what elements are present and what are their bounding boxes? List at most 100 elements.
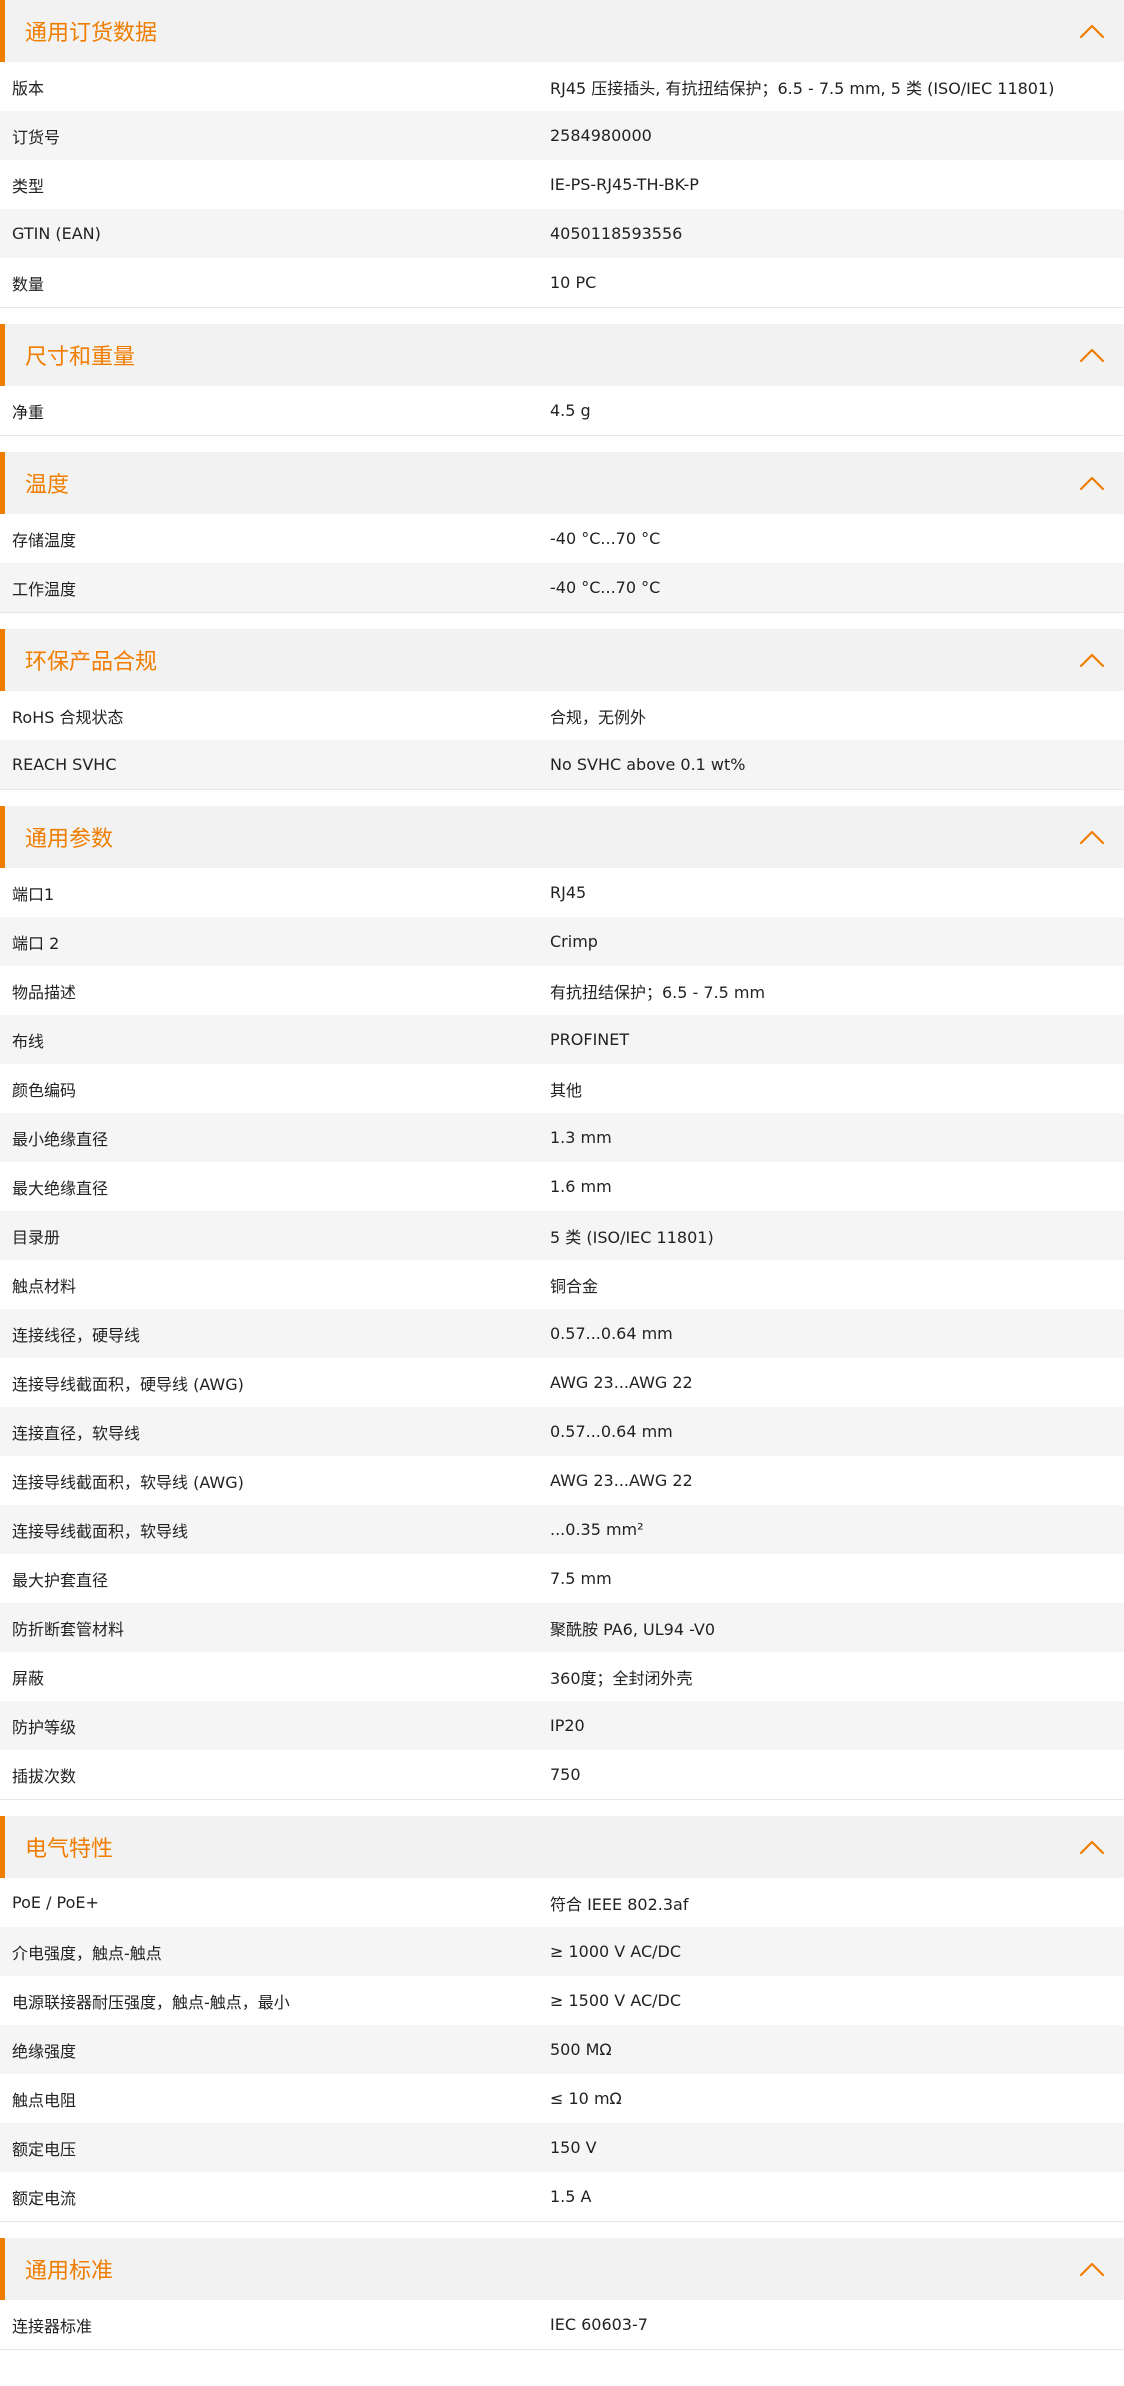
table-row: 数量 10 PC — [0, 258, 1124, 307]
row-label: 额定电压 — [12, 2139, 77, 2159]
section-header[interactable]: 通用标准 — [0, 2238, 1124, 2300]
row-label: RoHS 合规状态 — [12, 707, 124, 727]
spec-table: PoE / PoE+ 符合 IEEE 802.3af 介电强度，触点-触点 ≥ 100… — [0, 1878, 1124, 2221]
row-label: 版本 — [12, 78, 45, 98]
table-row: 插拔次数 750 — [0, 1750, 1124, 1799]
table-row: 连接导线截面积，软导线 (AWG) AWG 23...AWG 22 — [0, 1456, 1124, 1505]
row-label: 连接直径，软导线 — [12, 1423, 141, 1443]
chevron-up-icon[interactable] — [1076, 15, 1108, 47]
row-value: 4.5 g — [550, 401, 591, 420]
spec-section: 电气特性 PoE / PoE+ 符合 IEEE 802.3af 介电强度，触点-触点 ≥… — [0, 1816, 1124, 2222]
table-row: 订货号 2584980000 — [0, 111, 1124, 160]
table-row: 类型 IE-PS-RJ45-TH-BK-P — [0, 160, 1124, 209]
chevron-up-icon[interactable] — [1076, 821, 1108, 853]
section-header[interactable]: 通用订货数据 — [0, 0, 1124, 62]
row-label: 数量 — [12, 274, 45, 294]
spec-table: RoHS 合规状态 合规，无例外 REACH SVHC No SVHC above 0… — [0, 691, 1124, 789]
row-value: 500 MΩ — [550, 2040, 612, 2059]
row-label: 净重 — [12, 402, 45, 422]
section-header[interactable]: 温度 — [0, 452, 1124, 514]
section-header[interactable]: 通用参数 — [0, 806, 1124, 868]
section-header[interactable]: 尺寸和重量 — [0, 324, 1124, 386]
row-label: 连接导线截面积，软导线 — [12, 1521, 189, 1541]
row-label: 插拔次数 — [12, 1766, 77, 1786]
row-label: 触点材料 — [12, 1276, 77, 1296]
section-title: 通用标准 — [25, 2259, 114, 2284]
table-row: 连接直径，软导线 0.57...0.64 mm — [0, 1407, 1124, 1456]
row-value: 1.5 A — [550, 2187, 592, 2206]
table-row: 触点电阻 ≤ 10 mΩ — [0, 2074, 1124, 2123]
row-label: PoE / PoE+ — [12, 1893, 99, 1912]
row-value: 有抗扭结保护；6.5 - 7.5 mm — [550, 982, 766, 1002]
spec-table: 端口1 RJ45 端口 2 Crimp 物品描述 有抗扭结保护；6.5 - 7.5 mm 布… — [0, 868, 1124, 1799]
row-value: ≤ 10 mΩ — [550, 2089, 622, 2108]
row-value: No SVHC above 0.1 wt% — [550, 755, 746, 774]
row-label: 存储温度 — [12, 530, 77, 550]
row-label: 订货号 — [12, 127, 61, 147]
table-row: 最大护套直径 7.5 mm — [0, 1554, 1124, 1603]
row-label: 连接导线截面积，硬导线 (AWG) — [12, 1374, 244, 1394]
row-label: 目录册 — [12, 1227, 61, 1247]
row-value: 符合 IEEE 802.3af — [550, 1894, 689, 1914]
row-label: 物品描述 — [12, 982, 77, 1002]
row-value: ...0.35 mm² — [550, 1520, 644, 1539]
row-value: Crimp — [550, 932, 598, 951]
row-value: AWG 23...AWG 22 — [550, 1373, 693, 1392]
section-spacer — [0, 613, 1124, 629]
chevron-up-icon[interactable] — [1076, 467, 1108, 499]
section-spacer — [0, 790, 1124, 806]
row-value: IE-PS-RJ45-TH-BK-P — [550, 175, 699, 194]
spec-table: 版本 RJ45 压接插头, 有抗扭结保护；6.5 - 7.5 mm, 5 类 (I… — [0, 62, 1124, 307]
row-label: 触点电阻 — [12, 2090, 77, 2110]
section-title: 通用订货数据 — [25, 21, 158, 46]
table-row: 防护等级 IP20 — [0, 1701, 1124, 1750]
row-label: 端口1 — [12, 884, 55, 904]
section-title: 温度 — [25, 473, 70, 498]
row-value: 360度；全封闭外壳 — [550, 1668, 693, 1688]
row-label: 防护等级 — [12, 1717, 77, 1737]
row-value: -40 °C...70 °C — [550, 578, 661, 597]
row-value: 750 — [550, 1765, 581, 1784]
row-value: ≥ 1500 V AC/DC — [550, 1991, 682, 2010]
table-row: REACH SVHC No SVHC above 0.1 wt% — [0, 740, 1124, 789]
spec-section: 通用订货数据版本 RJ45 压接插头, 有抗扭结保护；6.5 - 7.5 mm, … — [0, 0, 1124, 308]
row-value: 4050118593556 — [550, 224, 683, 243]
row-label: 最大护套直径 — [12, 1570, 109, 1590]
row-label: 最小绝缘直径 — [12, 1129, 109, 1149]
row-label: 工作温度 — [12, 579, 77, 599]
table-row: 工作温度 -40 °C...70 °C — [0, 563, 1124, 612]
row-label: 颜色编码 — [12, 1080, 77, 1100]
row-label: 绝缘强度 — [12, 2041, 77, 2061]
section-spacer — [0, 308, 1124, 324]
table-row: 介电强度，触点-触点 ≥ 1000 V AC/DC — [0, 1927, 1124, 1976]
row-value: 聚酰胺 PA6, UL94 -V0 — [550, 1619, 716, 1639]
table-row: 物品描述 有抗扭结保护；6.5 - 7.5 mm — [0, 966, 1124, 1015]
chevron-up-icon[interactable] — [1076, 1831, 1108, 1863]
table-row: 目录册 5 类 (ISO/IEC 11801) — [0, 1211, 1124, 1260]
spec-table: 存储温度 -40 °C...70 °C 工作温度 -40 °C...70 °C — [0, 514, 1124, 612]
table-row: RoHS 合规状态 合规，无例外 — [0, 691, 1124, 740]
chevron-up-icon[interactable] — [1076, 339, 1108, 371]
row-label: REACH SVHC — [12, 755, 117, 774]
row-value: 其他 — [550, 1080, 583, 1100]
chevron-up-icon[interactable] — [1076, 644, 1108, 676]
table-row: 防折断套管材料 聚酰胺 PA6, UL94 -V0 — [0, 1603, 1124, 1652]
table-row: GTIN (EAN) 4050118593556 — [0, 209, 1124, 258]
spec-section: 尺寸和重量净重 4.5 g — [0, 324, 1124, 436]
table-row: 净重 4.5 g — [0, 386, 1124, 435]
row-value: RJ45 — [550, 883, 587, 902]
spec-table: 净重 4.5 g — [0, 386, 1124, 435]
section-header[interactable]: 电气特性 — [0, 1816, 1124, 1878]
row-value: AWG 23...AWG 22 — [550, 1471, 693, 1490]
table-row: 连接导线截面积，软导线 ...0.35 mm² — [0, 1505, 1124, 1554]
table-row: 最小绝缘直径 1.3 mm — [0, 1113, 1124, 1162]
row-label: 连接器标准 — [12, 2316, 93, 2336]
row-label: 屏蔽 — [12, 1668, 45, 1688]
row-label: 布线 — [12, 1031, 45, 1051]
table-row: 电源联接器耐压强度，触点-触点，最小 ≥ 1500 V AC/DC — [0, 1976, 1124, 2025]
chevron-up-icon[interactable] — [1076, 2253, 1108, 2285]
table-row: 最大绝缘直径 1.6 mm — [0, 1162, 1124, 1211]
section-header[interactable]: 环保产品合规 — [0, 629, 1124, 691]
row-label: 端口 2 — [12, 933, 60, 953]
spec-page: 通用订货数据版本 RJ45 压接插头, 有抗扭结保护；6.5 - 7.5 mm, … — [0, 0, 1124, 2386]
